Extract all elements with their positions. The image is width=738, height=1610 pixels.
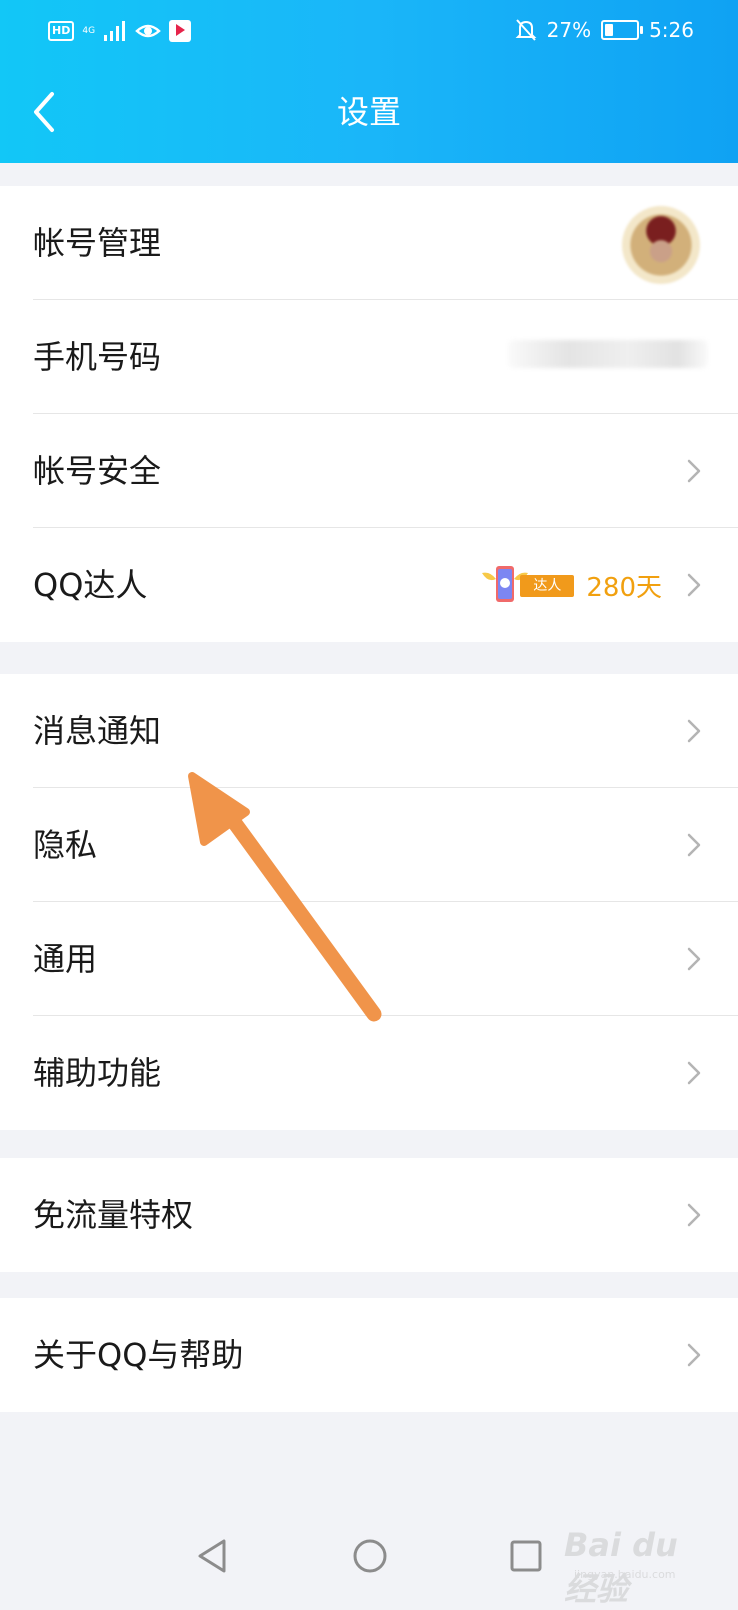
status-right: 27% 5:26 xyxy=(515,16,694,44)
chevron-right-icon xyxy=(687,719,701,743)
row-about-help[interactable]: 关于QQ与帮助 xyxy=(0,1298,738,1412)
chevron-right-icon xyxy=(687,573,701,597)
row-account-management[interactable]: 帐号管理 xyxy=(0,186,738,300)
row-label: 手机号码 xyxy=(33,338,162,376)
battery-percent: 27% xyxy=(546,18,592,42)
chevron-right-icon xyxy=(687,1061,701,1085)
daren-tag: 达人 xyxy=(520,575,575,597)
watermark-url: jingyan.baidu.com xyxy=(574,1568,676,1581)
settings-group-about: 关于QQ与帮助 xyxy=(0,1298,738,1412)
video-app-icon xyxy=(169,20,192,42)
status-bar: HD 4G 27% 5:26 xyxy=(0,0,738,62)
chevron-right-icon xyxy=(687,1343,701,1367)
settings-group-general: 消息通知 隐私 通用 辅助功能 xyxy=(0,674,738,1130)
daren-badge-group: 达人 280天 xyxy=(480,562,662,608)
row-account-security[interactable]: 帐号安全 xyxy=(0,414,738,528)
battery-icon xyxy=(601,20,644,40)
chevron-right-icon xyxy=(687,833,701,857)
row-label: 关于QQ与帮助 xyxy=(33,1336,244,1374)
row-label: QQ达人 xyxy=(33,566,148,604)
chevron-right-icon xyxy=(687,947,701,971)
row-label: 帐号安全 xyxy=(33,452,162,490)
row-free-data-privilege[interactable]: 免流量特权 xyxy=(0,1158,738,1272)
row-general[interactable]: 通用 xyxy=(0,902,738,1016)
circle-home-icon[interactable] xyxy=(350,1536,390,1576)
settings-group-account: 帐号管理 手机号码 帐号安全 QQ达人 达人 280天 xyxy=(0,186,738,642)
square-recents-icon[interactable] xyxy=(506,1536,546,1576)
settings-group-data: 免流量特权 xyxy=(0,1158,738,1272)
baidu-watermark: Bai du 经验 jingyan.baidu.com xyxy=(564,1520,714,1608)
row-label: 辅助功能 xyxy=(33,1054,162,1092)
row-label: 通用 xyxy=(33,940,98,978)
avatar xyxy=(622,206,700,284)
row-message-notification[interactable]: 消息通知 xyxy=(0,674,738,788)
row-label: 消息通知 xyxy=(33,712,162,750)
row-privacy[interactable]: 隐私 xyxy=(0,788,738,902)
chevron-right-icon xyxy=(687,1203,701,1227)
chevron-right-icon xyxy=(687,459,701,483)
row-label: 隐私 xyxy=(33,826,98,864)
eye-icon xyxy=(135,24,161,38)
app-header: HD 4G 27% 5:26 设置 xyxy=(0,0,738,163)
network-type: 4G xyxy=(82,25,96,36)
battery-fill xyxy=(605,24,614,36)
masked-phone-number xyxy=(508,340,708,368)
row-accessibility[interactable]: 辅助功能 xyxy=(0,1016,738,1130)
daren-badge: 达人 xyxy=(480,563,575,607)
row-label: 帐号管理 xyxy=(33,224,162,262)
triangle-back-icon[interactable] xyxy=(194,1536,234,1576)
row-phone-number[interactable]: 手机号码 xyxy=(0,300,738,414)
daren-days: 280天 xyxy=(586,572,662,603)
row-label: 免流量特权 xyxy=(33,1196,194,1234)
bell-muted-icon xyxy=(515,19,537,41)
page-title: 设置 xyxy=(336,93,401,131)
hd-badge: HD xyxy=(48,21,75,41)
clock: 5:26 xyxy=(649,18,694,42)
row-qq-daren[interactable]: QQ达人 达人 280天 xyxy=(0,528,738,642)
status-left: HD 4G xyxy=(48,18,192,44)
signal-icon xyxy=(104,21,126,41)
